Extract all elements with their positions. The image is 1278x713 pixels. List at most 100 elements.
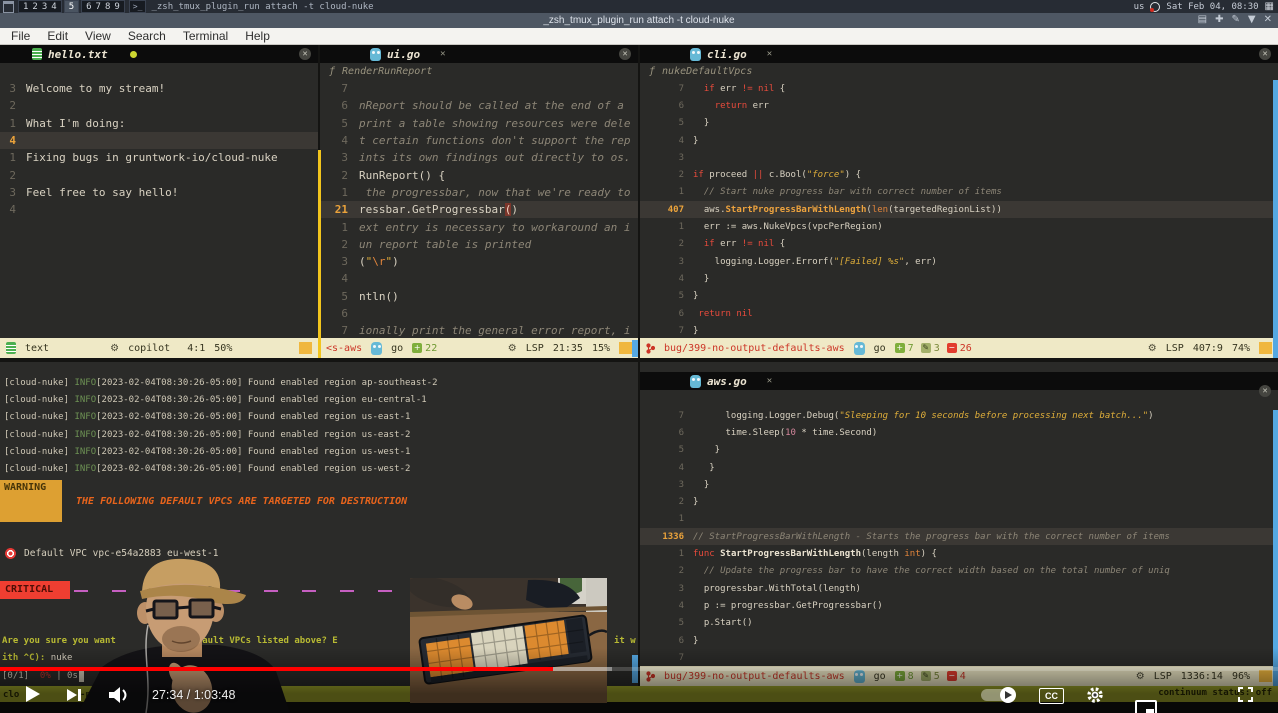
autoplay-toggle[interactable] [981, 689, 1015, 701]
scrollbar[interactable] [1273, 80, 1278, 358]
clock: Sat Feb 04, 08:30 [1166, 2, 1258, 12]
fullscreen-button[interactable] [1237, 686, 1254, 703]
breadcrumb: ƒ RenderRunReport [320, 63, 432, 79]
cursor-position: 407:9 [1193, 343, 1223, 354]
scrollbar[interactable] [1273, 410, 1278, 686]
workspace-group: 6789 [81, 0, 125, 13]
statusbar: bug/399-no-output-defaults-aws go +7✎3−2… [640, 338, 1278, 358]
tile-icon[interactable]: ▤ [1198, 14, 1207, 25]
statusbar: text ⚙ copilot 4:1 50% [0, 338, 318, 358]
line-number: 4 [640, 601, 693, 611]
statusbar-indicator [619, 342, 632, 354]
code-line: 6 [320, 305, 638, 322]
pane-close-icon[interactable]: ✕ [1259, 385, 1271, 397]
tab-close-icon[interactable]: ✕ [440, 49, 445, 59]
volume-button[interactable] [108, 687, 132, 703]
code-line: 407 aws.StartProgressBarWithLength(len(t… [640, 201, 1278, 218]
record-icon[interactable] [1150, 2, 1160, 12]
close-icon[interactable]: ✕ [1264, 14, 1272, 25]
tray-icon[interactable]: ▼ [1248, 14, 1256, 25]
player-controls: 27:34 / 1:03:48 CC [0, 678, 1278, 713]
keyboard-layout-indicator[interactable]: us [1134, 2, 1145, 12]
line-number: 5 [320, 117, 359, 130]
code-line: 5} [640, 288, 1278, 305]
code-line: 3Feel free to say hello! [0, 184, 318, 201]
scrollbar-thumb[interactable] [632, 340, 638, 357]
log-line: [cloud-nuke] INFO[2023-02-04T08:30:26-05… [4, 460, 438, 477]
pane-close-icon[interactable]: ✕ [299, 48, 311, 60]
play-button[interactable] [24, 684, 42, 704]
workspace-8[interactable]: 8 [105, 2, 110, 12]
scroll-percent: 50% [214, 343, 232, 354]
menu-view[interactable]: View [85, 29, 111, 43]
code-line: 1Fixing bugs in gruntwork-io/cloud-nuke [0, 149, 318, 166]
line-number: 5 [640, 445, 693, 455]
workspace-3[interactable]: 3 [42, 2, 47, 12]
line-number: 4 [640, 274, 693, 284]
code-line: 7ionally print the general error report,… [320, 322, 638, 339]
workspace-1[interactable]: 1 [23, 2, 28, 12]
code-line: 5 p.Start() [640, 615, 1278, 632]
grid-icon[interactable]: ▦ [1265, 1, 1274, 12]
tab-ui-go[interactable]: ui.go ✕ [320, 48, 446, 61]
workspace-5[interactable]: 5 [69, 2, 74, 12]
line-number: 4 [640, 463, 693, 473]
subtitles-button[interactable]: CC [1039, 688, 1064, 704]
copilot-label: copilot [128, 343, 170, 354]
workspace-group: 5 [64, 0, 79, 13]
warning-badge: WARNING [0, 480, 62, 522]
move-icon[interactable]: ✚ [1215, 14, 1223, 25]
settings-gear-icon[interactable] [1086, 686, 1104, 704]
statusbar: <s-aws go +22 ⚙ LSP 21:35 15% [320, 338, 638, 358]
warning-message: THE FOLLOWING DEFAULT VPCS ARE TARGETED … [76, 496, 407, 507]
menu-terminal[interactable]: Terminal [183, 29, 228, 43]
tab-close-icon[interactable]: ✕ [767, 376, 772, 386]
line-number: 1336 [640, 532, 693, 542]
window-titlebar: _zsh_tmux_plugin_run attach -t cloud-nuk… [0, 13, 1278, 28]
code-line: 6 time.Sleep(10 * time.Second) [640, 424, 1278, 441]
tab-cli-go[interactable]: cli.go ✕ [640, 48, 772, 61]
pane-close-icon[interactable]: ✕ [619, 48, 631, 60]
line-number: 1 [0, 151, 26, 164]
breadcrumb: ƒ nukeDefaultVpcs [640, 63, 752, 79]
workspace-2[interactable]: 2 [32, 2, 37, 12]
tab-hello-txt[interactable]: hello.txt [0, 48, 137, 61]
line-number: 6 [640, 309, 693, 319]
code-line: 3 logging.Logger.Errorf("[Failed] %s", e… [640, 253, 1278, 270]
code-line: 3 } [640, 476, 1278, 493]
workspace-4[interactable]: 4 [51, 2, 56, 12]
menu-help[interactable]: Help [245, 29, 270, 43]
pane-hello-txt: hello.txt ✕ 3Welcome to my stream!21What… [0, 45, 318, 358]
menu-search[interactable]: Search [128, 29, 166, 43]
code-line: 4} [640, 132, 1278, 149]
edit-icon[interactable]: ✎ [1232, 14, 1240, 25]
diff-mod-badge: ✎3 [921, 343, 940, 354]
line-number: 7 [320, 82, 359, 95]
confirm-prompt-part3: it w [614, 636, 636, 646]
tabbar: cli.go ✕ ✕ [640, 45, 1278, 63]
taskbar-window-title[interactable]: _zsh_tmux_plugin_run attach -t cloud-nuk… [151, 2, 373, 12]
code-line: 5 } [640, 442, 1278, 459]
code-line: 4 } [640, 459, 1278, 476]
tab-aws-go[interactable]: aws.go ✕ [640, 375, 772, 388]
code-line: 5 } [640, 115, 1278, 132]
workspace-7[interactable]: 7 [96, 2, 101, 12]
window-title: _zsh_tmux_plugin_run attach -t cloud-nuk… [543, 15, 734, 26]
menu-edit[interactable]: Edit [47, 29, 68, 43]
workspace-9[interactable]: 9 [114, 2, 119, 12]
code-line: 6 return err [640, 97, 1278, 114]
tab-close-icon[interactable]: ✕ [767, 49, 772, 59]
next-button[interactable] [66, 687, 82, 703]
menu-file[interactable]: File [11, 29, 30, 43]
line-number: 4 [0, 203, 26, 216]
line-number: 3 [640, 153, 693, 163]
code-line: 4 [320, 270, 638, 287]
miniplayer-button[interactable] [1135, 700, 1157, 713]
line-number: 1 [640, 514, 693, 524]
log-line: [cloud-nuke] INFO[2023-02-04T08:30:26-05… [4, 409, 438, 426]
code-line: 6 return nil [640, 305, 1278, 322]
line-number: 3 [640, 480, 693, 490]
workspace-6[interactable]: 6 [86, 2, 91, 12]
code-line: 2 if err != nil { [640, 236, 1278, 253]
pane-close-icon[interactable]: ✕ [1259, 48, 1271, 60]
